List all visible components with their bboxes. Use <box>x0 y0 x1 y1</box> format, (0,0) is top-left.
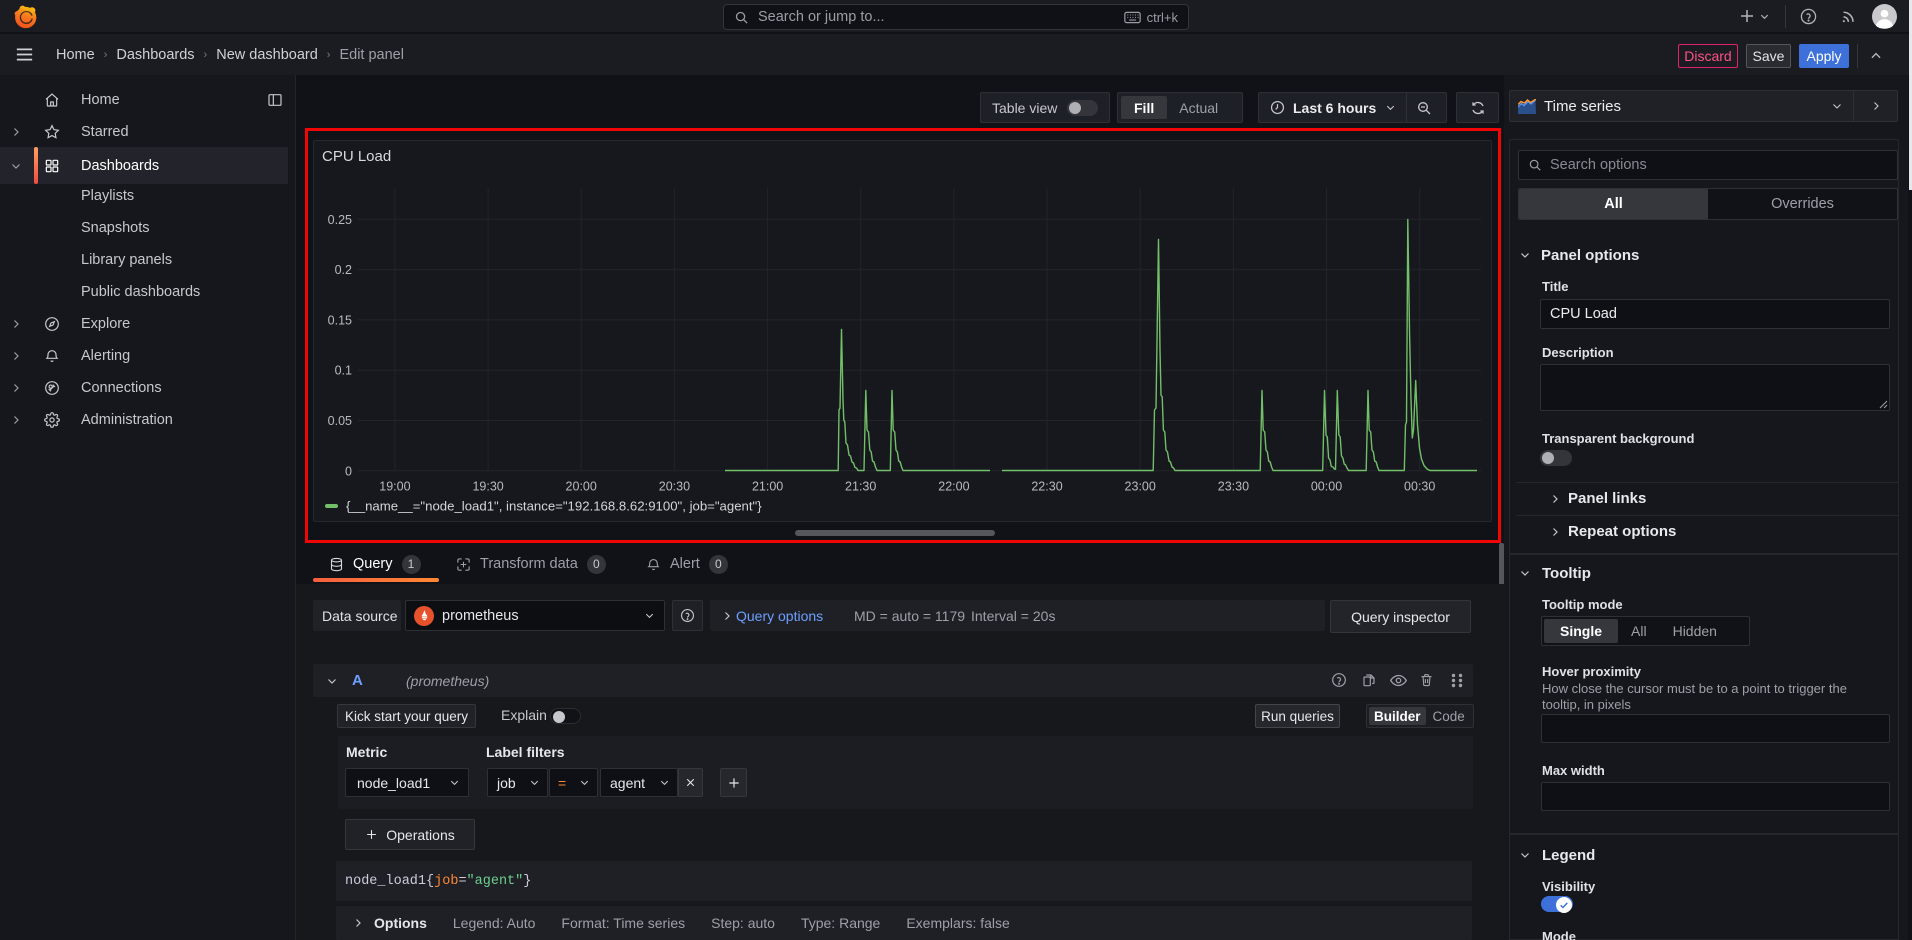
svg-text:20:00: 20:00 <box>566 480 597 494</box>
svg-text:22:30: 22:30 <box>1031 480 1062 494</box>
svg-text:21:00: 21:00 <box>752 480 783 494</box>
svg-text:23:00: 23:00 <box>1125 480 1156 494</box>
svg-text:19:30: 19:30 <box>472 480 503 494</box>
svg-text:0.05: 0.05 <box>328 414 352 428</box>
svg-text:0.15: 0.15 <box>328 313 352 327</box>
svg-text:0.25: 0.25 <box>328 213 352 227</box>
svg-text:00:30: 00:30 <box>1404 480 1435 494</box>
svg-text:20:30: 20:30 <box>659 480 690 494</box>
svg-text:0: 0 <box>345 464 352 478</box>
svg-text:22:00: 22:00 <box>938 480 969 494</box>
svg-text:21:30: 21:30 <box>845 480 876 494</box>
svg-text:0.2: 0.2 <box>335 263 352 277</box>
svg-text:23:30: 23:30 <box>1218 480 1249 494</box>
svg-text:19:00: 19:00 <box>379 480 410 494</box>
svg-text:0.1: 0.1 <box>335 364 352 378</box>
svg-text:{__name__="node_load1", instan: {__name__="node_load1", instance="192.16… <box>346 499 762 514</box>
svg-text:00:00: 00:00 <box>1311 480 1342 494</box>
